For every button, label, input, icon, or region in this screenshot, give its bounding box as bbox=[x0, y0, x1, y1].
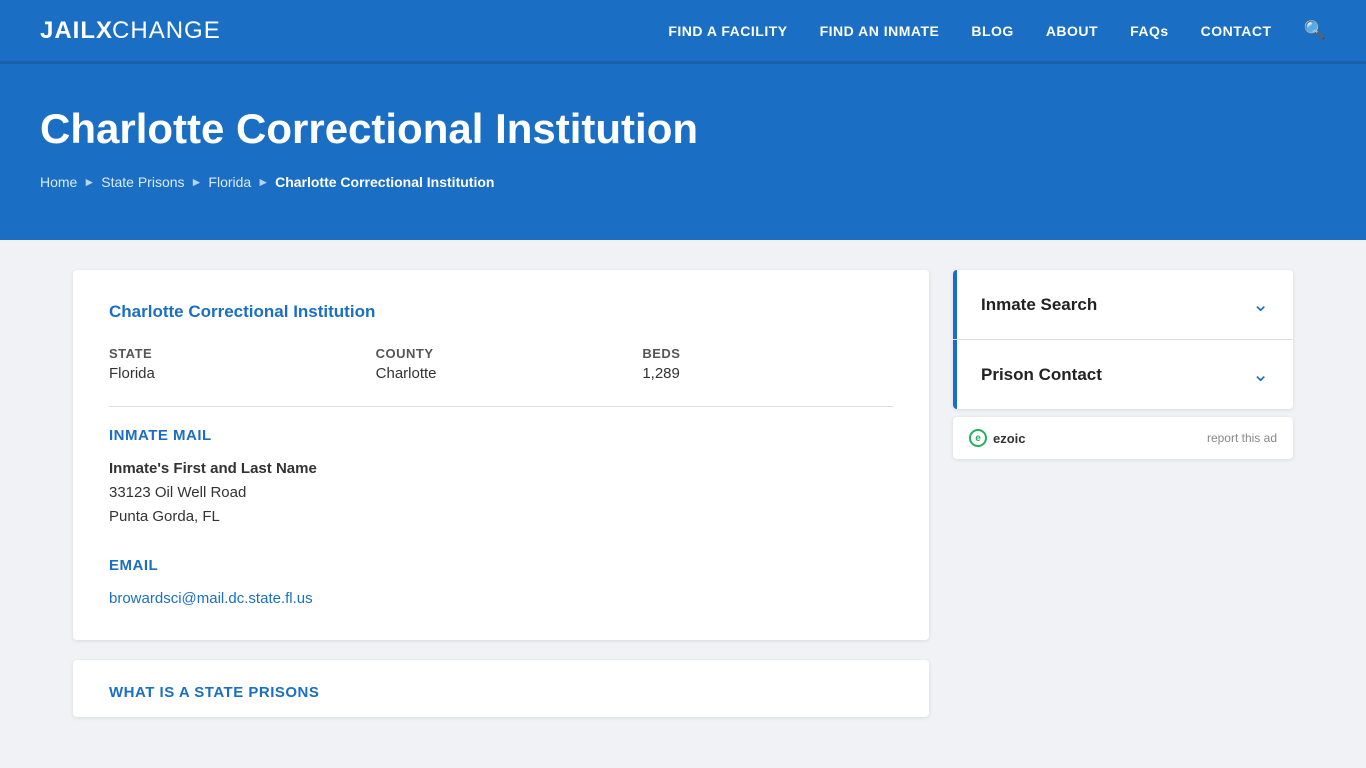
beds-value: 1,289 bbox=[642, 365, 893, 382]
email-link[interactable]: browardsci@mail.dc.state.fl.us bbox=[109, 590, 313, 607]
beds-column: BEDS 1,289 bbox=[642, 346, 893, 382]
address-line2: Punta Gorda, FL bbox=[109, 505, 893, 529]
ezoic-icon: e bbox=[969, 429, 987, 447]
breadcrumb-sep-1: ► bbox=[83, 175, 95, 189]
email-section: EMAIL browardsci@mail.dc.state.fl.us bbox=[109, 557, 893, 608]
inmate-search-label: Inmate Search bbox=[981, 295, 1097, 315]
logo-x: X bbox=[96, 17, 112, 45]
county-value: Charlotte bbox=[376, 365, 627, 382]
info-grid: STATE Florida COUNTY Charlotte BEDS 1,28… bbox=[109, 346, 893, 382]
nav-links: FIND A FACILITY FIND AN INMATE BLOG ABOU… bbox=[668, 20, 1326, 41]
nav-about[interactable]: ABOUT bbox=[1046, 23, 1098, 39]
breadcrumb-state-prisons[interactable]: State Prisons bbox=[101, 174, 184, 190]
logo-exchange: CHANGE bbox=[112, 17, 221, 45]
beds-label: BEDS bbox=[642, 346, 893, 361]
state-label: STATE bbox=[109, 346, 360, 361]
info-card: Charlotte Correctional Institution STATE… bbox=[73, 270, 929, 640]
nav-contact[interactable]: CONTACT bbox=[1201, 23, 1272, 39]
nav-faqs[interactable]: FAQs bbox=[1130, 23, 1169, 39]
sidebar: Inmate Search ⌄ Prison Contact ⌄ e ezoic… bbox=[953, 270, 1293, 459]
divider-1 bbox=[109, 406, 893, 407]
county-label: COUNTY bbox=[376, 346, 627, 361]
accordion-item-inmate-search: Inmate Search ⌄ bbox=[953, 270, 1293, 340]
nav-find-facility[interactable]: FIND A FACILITY bbox=[668, 23, 787, 39]
breadcrumb-sep-2: ► bbox=[191, 175, 203, 189]
report-ad-link[interactable]: report this ad bbox=[1207, 431, 1277, 445]
bottom-section-title: WHAT IS A STATE PRISONS bbox=[109, 684, 893, 701]
inmate-name-label: Inmate's First and Last Name bbox=[109, 460, 893, 477]
address-line1: 33123 Oil Well Road bbox=[109, 481, 893, 505]
breadcrumb-florida[interactable]: Florida bbox=[208, 174, 251, 190]
search-icon-button[interactable]: 🔍 bbox=[1304, 20, 1326, 41]
hero-banner: Charlotte Correctional Institution Home … bbox=[0, 64, 1366, 240]
email-title: EMAIL bbox=[109, 557, 893, 574]
nav-find-inmate[interactable]: FIND AN INMATE bbox=[820, 23, 940, 39]
breadcrumb-home[interactable]: Home bbox=[40, 174, 77, 190]
page-title: Charlotte Correctional Institution bbox=[40, 104, 1326, 154]
card-title: Charlotte Correctional Institution bbox=[109, 302, 893, 322]
logo[interactable]: JAILXCHANGE bbox=[40, 17, 221, 45]
accordion-item-prison-contact: Prison Contact ⌄ bbox=[953, 340, 1293, 409]
county-column: COUNTY Charlotte bbox=[376, 346, 627, 382]
nav-blog[interactable]: BLOG bbox=[971, 23, 1013, 39]
inmate-mail-title: INMATE MAIL bbox=[109, 427, 893, 444]
state-column: STATE Florida bbox=[109, 346, 360, 382]
ad-bar: e ezoic report this ad bbox=[953, 417, 1293, 459]
accordion-header-inmate-search[interactable]: Inmate Search ⌄ bbox=[953, 270, 1293, 339]
breadcrumb-current: Charlotte Correctional Institution bbox=[275, 174, 494, 190]
breadcrumb: Home ► State Prisons ► Florida ► Charlot… bbox=[40, 174, 1326, 190]
partial-bottom-card: WHAT IS A STATE PRISONS bbox=[73, 660, 929, 717]
accordion-header-prison-contact[interactable]: Prison Contact ⌄ bbox=[953, 340, 1293, 409]
state-value: Florida bbox=[109, 365, 360, 382]
chevron-down-icon-prison-contact: ⌄ bbox=[1252, 362, 1269, 387]
left-column: Charlotte Correctional Institution STATE… bbox=[73, 270, 929, 717]
sidebar-accordion: Inmate Search ⌄ Prison Contact ⌄ bbox=[953, 270, 1293, 409]
navbar: JAILXCHANGE FIND A FACILITY FIND AN INMA… bbox=[0, 0, 1366, 64]
ezoic-label: ezoic bbox=[993, 431, 1026, 446]
chevron-down-icon-inmate-search: ⌄ bbox=[1252, 292, 1269, 317]
logo-jail: JAIL bbox=[40, 17, 96, 45]
main-content: Charlotte Correctional Institution STATE… bbox=[33, 240, 1333, 747]
ezoic-logo: e ezoic bbox=[969, 429, 1026, 447]
prison-contact-label: Prison Contact bbox=[981, 365, 1102, 385]
breadcrumb-sep-3: ► bbox=[257, 175, 269, 189]
